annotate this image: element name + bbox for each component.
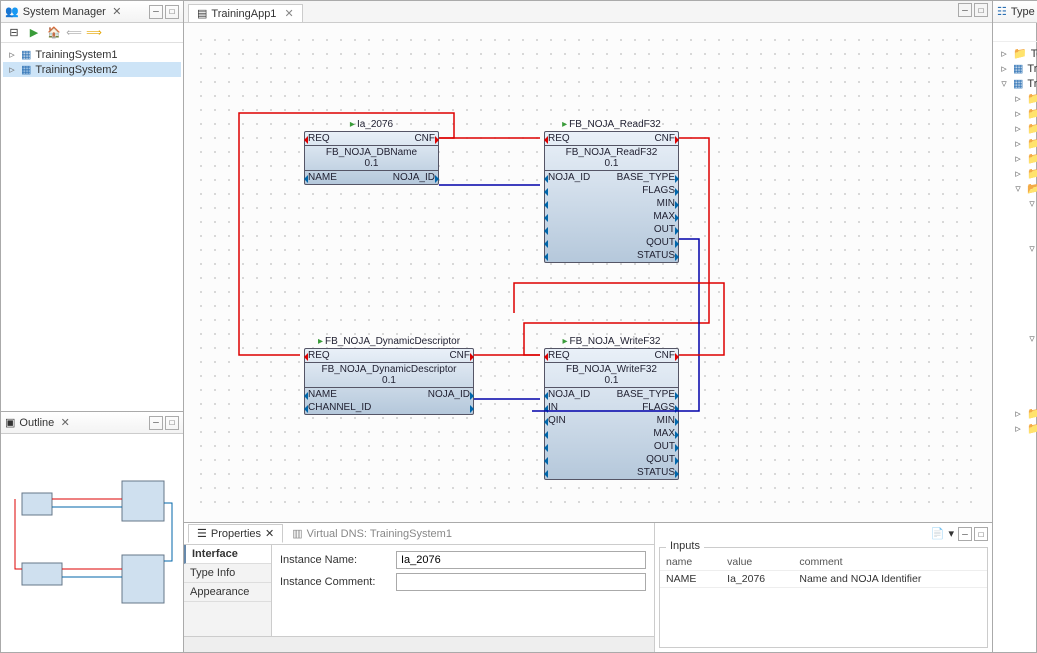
maximize-icon[interactable]: □ [974,527,988,541]
tab-close-icon[interactable]: ✕ [58,416,72,429]
block-writef32[interactable]: ▸FB_NOJA_WriteF32 REQCNF FB_NOJA_WriteF3… [544,348,679,480]
tree-item[interactable]: ▿📂DB_Access [1023,196,1037,211]
tree-item[interactable]: ▹📁Devices [1009,106,1037,121]
tree-item[interactable]: ▿▦TrainingSystem2 [995,76,1037,91]
editor-tabbar: ▤ TrainingApp1 ✕ ─ □ [184,1,992,23]
tree-item-trainingsystem2[interactable]: ▹▦ TrainingSystem2 [3,62,181,77]
tab-close-icon[interactable]: ✕ [110,5,124,18]
side-tab-interface[interactable]: Interface [184,545,271,564]
type-navigator-view: ☷ Type Navigator ✕ ⤪ ↻ ▾ ─ □ ▹📁Tool Libr… [992,1,1037,652]
minimize-icon[interactable]: ─ [149,5,163,19]
dns-icon: ▥ [292,527,302,540]
people-icon: 👥 [5,5,19,18]
type-navigator-title: ☷ Type Navigator ✕ [997,5,1037,18]
outline-thumbnail[interactable] [1,434,183,652]
block-ia-2076[interactable]: ▸Ia_2076 REQCNF FB_NOJA_DBName0.1 NAMENO… [304,131,439,185]
tree-item[interactable]: ▹📁Tool Library [995,46,1037,61]
instance-comment-label: Instance Comment: [280,576,390,588]
maximize-icon[interactable]: □ [165,5,179,19]
col-comment[interactable]: comment [793,554,987,571]
tree-item[interactable]: ▹📁Resources [1009,406,1037,421]
minimize-icon[interactable]: ─ [958,3,972,17]
inputs-group: Inputs name value comment NAME Ia_2076 N… [659,547,988,648]
properties-view: ☰ Properties ✕ ▥ Virtual DNS: TrainingSy… [184,522,992,652]
tree-item-trainingsystem1[interactable]: ▹▦ TrainingSystem1 [3,47,181,62]
navigator-icon: ☷ [997,5,1007,18]
collapse-all-icon[interactable]: ⊟ [5,25,23,41]
diagram-canvas[interactable]: ▸Ia_2076 REQCNF FB_NOJA_DBName0.1 NAMENO… [184,23,992,522]
instance-name-label: Instance Name: [280,554,390,566]
minimize-icon[interactable]: ─ [149,416,163,430]
maximize-icon[interactable]: □ [974,3,988,17]
home-icon[interactable]: 🏠 [45,25,63,41]
instance-comment-input[interactable] [396,573,646,591]
horizontal-scrollbar[interactable] [184,636,654,652]
forward-icon[interactable]: ⟹ [85,25,103,41]
back-icon[interactable]: ⟸ [65,25,83,41]
instance-name-input[interactable] [396,551,646,569]
tree-item[interactable]: ▹📁net [1009,166,1037,181]
col-name[interactable]: name [660,554,721,571]
minimize-icon[interactable]: ─ [958,527,972,541]
tree-item[interactable]: ▹📁IEC61131-3 [1009,136,1037,151]
close-icon[interactable]: ✕ [265,527,274,540]
run-icon[interactable]: ▶ [25,25,43,41]
col-value[interactable]: value [721,554,793,571]
system-tree: ▹▦ TrainingSystem1 ▹▦ TrainingSystem2 [1,43,183,411]
inputs-legend: Inputs [666,540,704,552]
block-dyndesc[interactable]: ▸FB_NOJA_DynamicDescriptor REQCNF FB_NOJ… [304,348,474,415]
editor-tab-trainingapp1[interactable]: ▤ TrainingApp1 ✕ [188,4,303,22]
app-icon: ▤ [197,7,207,20]
close-icon[interactable]: ✕ [284,7,293,20]
new-icon[interactable]: 📄 [931,527,945,541]
tree-item[interactable]: ▹▦TrainingSystem1 [995,61,1037,76]
menu-icon[interactable]: ▾ [948,527,954,541]
tree-item[interactable]: ▿📂DB_Write [1023,331,1037,346]
type-tree: ▹📁Tool Library ▹▦TrainingSystem1 ▿▦Train… [993,42,1037,440]
system-manager-title: 👥 System Manager ✕ [5,5,149,18]
side-tab-typeinfo[interactable]: Type Info [184,564,271,583]
outline-title: ▣ Outline ✕ [5,416,149,429]
system-manager-view: 👥 System Manager ✕ ─ □ ⊟ ▶ 🏠 ⟸ ⟹ ▹▦ [1,1,183,411]
table-row[interactable]: NAME Ia_2076 Name and NOJA Identifier [660,571,987,588]
tree-item[interactable]: ▿📂DB_Read [1023,241,1037,256]
tree-item-noja[interactable]: ▿📂NOJA [1009,181,1037,196]
outline-view: ▣ Outline ✕ ─ □ [1,411,183,652]
block-readf32[interactable]: ▸FB_NOJA_ReadF32 REQCNF FB_NOJA_ReadF320… [544,131,679,263]
maximize-icon[interactable]: □ [165,416,179,430]
tree-item[interactable]: ▹📁Segments [1009,421,1037,436]
tree-item[interactable]: ▹📁convert [1009,91,1037,106]
tree-item[interactable]: ▹📁events [1009,121,1037,136]
tree-item[interactable]: ▹📁ita [1009,151,1037,166]
outline-icon: ▣ [5,416,15,429]
tab-virtual-dns[interactable]: ▥ Virtual DNS: TrainingSystem1 [283,524,461,543]
properties-icon: ☰ [197,527,207,540]
side-tab-appearance[interactable]: Appearance [184,583,271,602]
tab-properties[interactable]: ☰ Properties ✕ [188,524,283,543]
